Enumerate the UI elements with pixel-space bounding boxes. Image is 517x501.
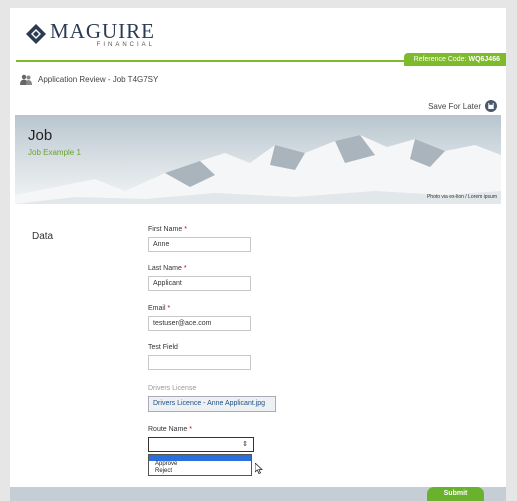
- route-name-dropdown: Approve Reject: [148, 454, 252, 476]
- reference-code-value: WQ6J466: [468, 56, 500, 63]
- first-name-input[interactable]: Anne: [148, 237, 251, 252]
- drivers-license-file-link[interactable]: Drivers Licence - Anne Applicant.jpg: [148, 396, 276, 412]
- last-name-group: Last Name * Applicant: [148, 264, 251, 291]
- diamond-logo-icon: [26, 24, 46, 44]
- route-name-group: Route Name * ⇕: [148, 425, 254, 452]
- mouse-cursor-icon: [255, 463, 263, 474]
- section-title: Data: [32, 231, 54, 242]
- drivers-license-label: Drivers License: [148, 385, 197, 392]
- first-name-group: First Name * Anne: [148, 225, 251, 252]
- maguire-logo: MAGUIRE FINANCIAL: [26, 20, 155, 50]
- first-name-label: First Name *: [148, 226, 187, 233]
- drivers-license-group: Drivers License Drivers Licence - Anne A…: [148, 384, 276, 412]
- people-icon: [20, 74, 32, 85]
- mountain-illustration: [15, 135, 501, 204]
- email-group: Email * testuser@ace.com: [148, 304, 251, 331]
- submit-button[interactable]: Submit: [427, 487, 484, 501]
- application-page: MAGUIRE FINANCIAL Reference Code: WQ6J46…: [10, 8, 506, 501]
- banner-credit: Photo via ex-lion / Lorem ipsum: [426, 194, 497, 200]
- dropdown-option-reject[interactable]: Reject: [149, 468, 251, 475]
- route-name-select[interactable]: ⇕: [148, 437, 254, 452]
- email-input[interactable]: testuser@ace.com: [148, 316, 251, 331]
- dropdown-option-approve[interactable]: Approve: [149, 461, 251, 468]
- save-for-later-label: Save For Later: [428, 101, 481, 111]
- select-arrow-icon: ⇕: [242, 441, 248, 448]
- reference-code-prefix: Reference Code:: [413, 56, 469, 63]
- email-label: Email *: [148, 305, 171, 312]
- last-name-label: Last Name *: [148, 265, 187, 272]
- route-name-label: Route Name *: [148, 426, 192, 433]
- test-field-input[interactable]: [148, 355, 251, 370]
- breadcrumb: Application Review - Job T4G7SY: [20, 74, 158, 85]
- reference-code-tag: Reference Code: WQ6J466: [403, 53, 506, 66]
- job-banner: Job Job Example 1 Photo via ex-lion / Lo…: [15, 115, 501, 204]
- save-disk-icon: [485, 100, 497, 112]
- save-for-later-button[interactable]: Save For Later: [428, 100, 497, 112]
- brand-subtitle: FINANCIAL: [96, 42, 155, 48]
- test-field-group: Test Field: [148, 343, 251, 370]
- banner-title: Job: [28, 127, 53, 144]
- breadcrumb-label: Application Review - Job T4G7SY: [38, 75, 159, 84]
- last-name-input[interactable]: Applicant: [148, 276, 251, 291]
- banner-subtitle: Job Example 1: [28, 148, 81, 157]
- test-field-label: Test Field: [148, 344, 178, 351]
- brand-name: MAGUIRE: [50, 19, 155, 43]
